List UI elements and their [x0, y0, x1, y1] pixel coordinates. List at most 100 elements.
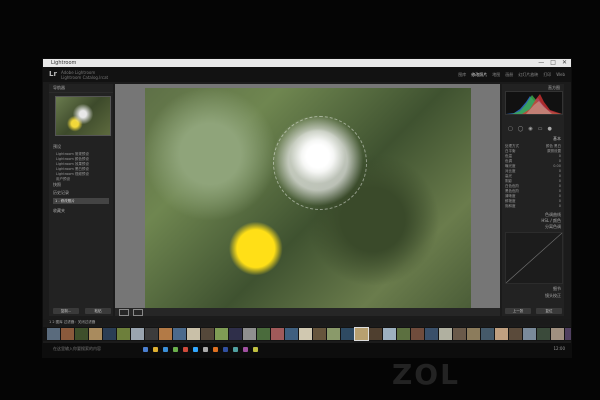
module-library[interactable]: 图库 [458, 72, 466, 78]
filmstrip-thumbnail[interactable] [439, 328, 452, 340]
module-picker: 图库 修改照片 地图 画册 幻灯片放映 打印 Web [458, 72, 565, 78]
app-topbar: Lr Adobe Lightroom Lightroom Catalog.lrc… [43, 67, 571, 82]
maximize-button[interactable]: □ [550, 59, 556, 67]
filmstrip-thumbnail[interactable] [523, 328, 536, 340]
navigator-header[interactable]: 导航器 [49, 84, 113, 93]
filmstrip-thumbnail[interactable] [467, 328, 480, 340]
previous-button[interactable]: 上一张 [505, 308, 531, 314]
filmstrip-thumbnail[interactable] [131, 328, 144, 340]
dandelion-photo[interactable] [145, 88, 471, 308]
copy-button[interactable]: 复制... [53, 308, 79, 314]
filmstrip-thumbnail[interactable] [425, 328, 438, 340]
filmstrip-thumbnail[interactable] [229, 328, 242, 340]
filmstrip-thumbnail[interactable] [495, 328, 508, 340]
window-title: Lightroom [51, 60, 77, 66]
filmstrip-thumbnail[interactable] [411, 328, 424, 340]
app-icon[interactable] [223, 347, 228, 352]
store-icon[interactable] [163, 347, 168, 352]
app-icon[interactable] [243, 347, 248, 352]
navigator-preview[interactable] [55, 96, 111, 136]
app-icon[interactable] [213, 347, 218, 352]
filmstrip-thumbnail[interactable] [285, 328, 298, 340]
monitor-screen: Lightroom — □ ✕ Lr Adobe Lightroom Light… [42, 58, 572, 358]
filmstrip-thumbnail[interactable] [159, 328, 172, 340]
filmstrip-thumbnail[interactable] [215, 328, 228, 340]
taskbar-icons [143, 347, 258, 352]
taskbar-search[interactable]: 在这里输入你要搜索的内容 [53, 346, 101, 352]
filmstrip-thumbnail[interactable] [103, 328, 116, 340]
loupe-view-icon[interactable] [119, 309, 129, 316]
filmstrip-thumbnail[interactable] [383, 328, 396, 340]
left-panel-buttons: 复制... 粘贴 [53, 308, 111, 314]
filmstrip-thumbnail[interactable] [551, 328, 564, 340]
filmstrip-thumbnail[interactable] [271, 328, 284, 340]
filmstrip-thumbnail[interactable] [453, 328, 466, 340]
reset-button[interactable]: 复位 [536, 308, 562, 314]
filmstrip-thumbnail[interactable] [397, 328, 410, 340]
paste-button[interactable]: 粘贴 [85, 308, 111, 314]
crop-tool-icon[interactable]: ▢ [508, 126, 513, 132]
graduated-filter-icon[interactable]: ▭ [538, 126, 543, 132]
folder-icon[interactable] [153, 347, 158, 352]
left-panel: 导航器 预设 Lightroom 常规预设 Lightroom 颜色预设 Lig… [49, 84, 113, 316]
right-panel-buttons: 上一张 复位 [505, 308, 562, 314]
filmstrip-thumbnail[interactable] [47, 328, 60, 340]
module-map[interactable]: 地图 [492, 72, 500, 78]
filmstrip-thumbnail[interactable] [201, 328, 214, 340]
app-icon[interactable] [203, 347, 208, 352]
module-web[interactable]: Web [556, 72, 565, 78]
module-book[interactable]: 画册 [505, 72, 513, 78]
filmstrip-thumbnail[interactable] [509, 328, 522, 340]
browser-icon[interactable] [143, 347, 148, 352]
filmstrip-thumbnail[interactable] [61, 328, 74, 340]
lens-correction-header[interactable]: 镜头校正 [505, 293, 561, 299]
module-print[interactable]: 打印 [543, 72, 551, 78]
filmstrip-thumbnail[interactable] [117, 328, 130, 340]
view-mode-icons [119, 309, 143, 316]
filmstrip-thumbnail[interactable] [173, 328, 186, 340]
app-icon[interactable] [173, 347, 178, 352]
lightroom-taskbar-icon[interactable] [193, 347, 198, 352]
filmstrip-thumbnail[interactable] [481, 328, 494, 340]
app-icon[interactable] [253, 347, 258, 352]
presets-header[interactable]: 预设 [53, 144, 111, 150]
app-icon[interactable] [183, 347, 188, 352]
filmstrip-thumbnail[interactable] [341, 328, 354, 340]
app-icon[interactable] [233, 347, 238, 352]
develop-tool-strip: ▢ ◯ ◉ ▭ ● [508, 126, 552, 132]
catalog-info: Adobe Lightroom Lightroom Catalog.lrcat [61, 70, 108, 80]
snapshots-header[interactable]: 快照 [53, 182, 61, 188]
filmstrip-thumbnail[interactable] [369, 328, 382, 340]
windows-taskbar: 在这里输入你要搜索的内容 12:00 [43, 343, 571, 357]
tone-curve-graph[interactable] [505, 232, 563, 284]
filmstrip-thumbnail[interactable] [537, 328, 550, 340]
filmstrip-thumbnail[interactable] [354, 327, 369, 341]
filmstrip-thumbnail[interactable] [565, 328, 571, 340]
adjustment-brush-icon[interactable]: ● [547, 126, 551, 132]
basic-panel-header[interactable]: 基本 [505, 136, 561, 142]
detail-header[interactable]: 细节 [505, 286, 561, 292]
preset-item[interactable]: 用户预设 [53, 177, 111, 182]
collections-header[interactable]: 收藏夹 [53, 208, 65, 214]
basic-slider-row[interactable]: 饱和度 0 [505, 204, 561, 209]
module-slideshow[interactable]: 幻灯片放映 [518, 72, 538, 78]
watermark-logo: ZOL [392, 358, 460, 391]
split-toning-header[interactable]: 分离色调 [505, 224, 561, 230]
filmstrip-thumbnail[interactable] [299, 328, 312, 340]
red-eye-icon[interactable]: ◉ [528, 126, 532, 132]
module-develop[interactable]: 修改照片 [471, 72, 487, 78]
filmstrip-thumbnail[interactable] [145, 328, 158, 340]
filmstrip-thumbnail[interactable] [257, 328, 270, 340]
minimize-button[interactable]: — [538, 59, 544, 67]
history-header[interactable]: 历史记录 [53, 190, 69, 196]
filmstrip-thumbnail[interactable] [313, 328, 326, 340]
filmstrip-thumbnail[interactable] [75, 328, 88, 340]
before-after-icon[interactable] [133, 309, 143, 316]
filmstrip-thumbnail[interactable] [89, 328, 102, 340]
filmstrip-thumbnail[interactable] [327, 328, 340, 340]
filmstrip-thumbnail[interactable] [243, 328, 256, 340]
close-button[interactable]: ✕ [562, 59, 567, 67]
spot-removal-icon[interactable]: ◯ [518, 126, 524, 132]
history-selected-item[interactable]: 1 - 修改照片 [53, 198, 109, 204]
filmstrip-thumbnail[interactable] [187, 328, 200, 340]
